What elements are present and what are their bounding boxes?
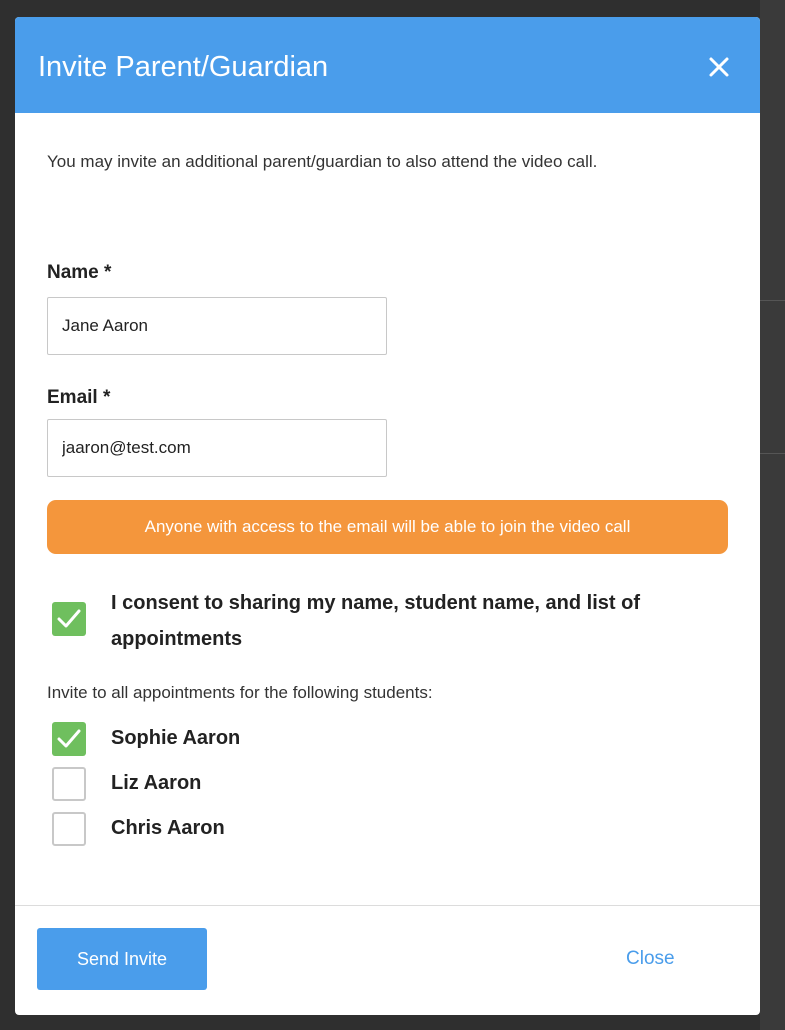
modal-header: Invite Parent/Guardian xyxy=(15,17,760,113)
modal-title: Invite Parent/Guardian xyxy=(38,51,329,83)
invite-modal: Invite Parent/Guardian You may invite an… xyxy=(15,17,760,1015)
student-checkbox-chris[interactable] xyxy=(52,812,86,846)
student-label-liz: Liz Aaron xyxy=(111,772,202,794)
footer-divider xyxy=(15,905,760,906)
background-divider xyxy=(760,453,785,454)
student-checkbox-sophie[interactable] xyxy=(52,722,86,756)
background-page-edge xyxy=(760,0,785,1030)
student-label-chris: Chris Aaron xyxy=(111,817,225,839)
student-checkbox-liz[interactable] xyxy=(52,767,86,801)
intro-text: You may invite an additional parent/guar… xyxy=(47,152,598,171)
send-invite-button[interactable]: Send Invite xyxy=(37,928,207,990)
close-button[interactable]: Close xyxy=(626,946,675,972)
student-label-sophie: Sophie Aaron xyxy=(111,727,241,749)
email-label: Email * xyxy=(47,387,111,408)
warning-banner: Anyone with access to the email will be … xyxy=(47,500,728,554)
check-icon xyxy=(57,609,81,628)
consent-label: I consent to sharing my name, student na… xyxy=(111,592,640,650)
students-heading: Invite to all appointments for the follo… xyxy=(47,683,433,702)
name-label: Name * xyxy=(47,262,112,283)
close-icon[interactable] xyxy=(705,53,733,81)
consent-checkbox[interactable] xyxy=(52,602,86,636)
email-input[interactable] xyxy=(47,419,387,477)
background-divider xyxy=(760,300,785,301)
check-icon xyxy=(57,729,81,748)
name-input[interactable] xyxy=(47,297,387,355)
